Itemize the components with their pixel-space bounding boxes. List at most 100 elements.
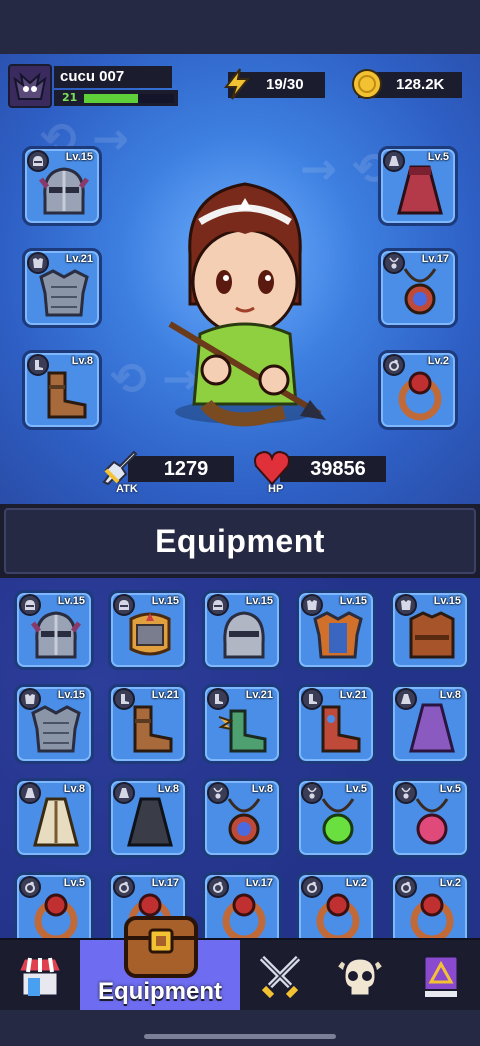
item-level: Lv.5 [345, 783, 367, 795]
item-level: Lv.21 [245, 689, 273, 701]
attack-stat: ATK 1279 [102, 450, 234, 495]
equipped-level: Lv.21 [65, 253, 93, 265]
inventory-item[interactable]: Lv.2 [296, 872, 376, 938]
steel-knight-helmet-icon [215, 605, 273, 663]
equipped-slot-cape[interactable]: Lv.5 [378, 146, 458, 226]
bat-avatar-icon[interactable] [8, 64, 52, 108]
item-level: Lv.2 [345, 877, 367, 889]
inventory-item[interactable]: Lv.15 [14, 590, 94, 670]
player-profile[interactable]: cucu 007 21 [8, 64, 178, 108]
equipped-level: Lv.8 [71, 355, 93, 367]
equipped-slot-armor[interactable]: Lv.21 [22, 248, 102, 328]
amulet-icon [215, 793, 273, 851]
inventory-item[interactable]: Lv.17 [202, 872, 282, 938]
item-level: Lv.2 [439, 877, 461, 889]
player-level-bar: 21 [54, 90, 178, 106]
black-cape-icon [121, 793, 179, 851]
pink-gem-necklace-icon [403, 793, 461, 851]
orange-plate-armor-icon [309, 605, 367, 663]
nav-shop[interactable] [0, 940, 80, 1012]
player-level: 21 [62, 91, 78, 104]
equipped-level: Lv.2 [427, 355, 449, 367]
item-level: Lv.17 [151, 877, 179, 889]
hp-value: 39856 [310, 458, 366, 480]
inventory-item[interactable]: Lv.15 [202, 590, 282, 670]
inventory-item[interactable]: Lv.8 [108, 778, 188, 858]
ruby-ring-icon [215, 887, 273, 938]
energy-counter[interactable]: 19/30 [223, 68, 325, 100]
energy-value: 19/30 [266, 76, 304, 93]
purple-horned-helmet-icon [27, 605, 85, 663]
skull-icon [338, 956, 382, 998]
inventory-item[interactable]: Lv.15 [390, 590, 470, 670]
amulet-icon [391, 263, 449, 321]
inventory-item[interactable]: Lv.8 [202, 778, 282, 858]
item-level: Lv.15 [433, 595, 461, 607]
dark-knight-helmet-icon [35, 161, 93, 219]
steel-plate-armor-icon [27, 699, 85, 757]
inventory-item[interactable]: Lv.21 [108, 684, 188, 764]
inventory-item[interactable]: Lv.8 [14, 778, 94, 858]
leather-boots-icon [35, 365, 93, 423]
winged-boots-icon [215, 699, 273, 757]
section-title-box: Equipment [4, 508, 476, 574]
home-indicator-area [0, 1010, 480, 1046]
equipped-slot-helmet[interactable]: Lv.15 [22, 146, 102, 226]
item-level: Lv.5 [63, 877, 85, 889]
inventory-item[interactable]: Lv.5 [296, 778, 376, 858]
section-title: Equipment [155, 522, 325, 559]
brown-robe-armor-icon [403, 605, 461, 663]
inventory-item[interactable]: Lv.5 [390, 778, 470, 858]
ruby-ring-icon [391, 365, 449, 423]
leather-boots-icon [121, 699, 179, 757]
equipped-slot-necklace[interactable]: Lv.17 [378, 248, 458, 328]
home-indicator[interactable] [144, 1034, 336, 1039]
item-level: Lv.8 [157, 783, 179, 795]
green-gem-necklace-icon [309, 793, 367, 851]
nav-monsters[interactable] [320, 940, 400, 1012]
nav-equipment-label: Equipment [98, 978, 222, 1005]
nav-equipment[interactable]: Equipment [80, 916, 240, 1012]
status-bar [0, 0, 480, 54]
gold-crown-helmet-icon [121, 605, 179, 663]
inventory-item[interactable]: Lv.8 [390, 684, 470, 764]
spellbook-icon [422, 954, 460, 1000]
xp-bar-fill [84, 94, 138, 103]
lightning-icon [223, 68, 251, 100]
inventory-item[interactable]: Lv.21 [202, 684, 282, 764]
equipped-slot-ring[interactable]: Lv.2 [378, 350, 458, 430]
gold-counter[interactable]: 128.2K [352, 69, 462, 99]
section-header: Equipment [0, 504, 480, 578]
item-level: Lv.15 [57, 689, 85, 701]
bottom-nav: Equipment [0, 916, 480, 1012]
steel-plate-armor-icon [35, 263, 93, 321]
inventory-item[interactable]: Lv.15 [296, 590, 376, 670]
nav-battle[interactable] [240, 940, 320, 1012]
inventory-item[interactable]: Lv.15 [108, 590, 188, 670]
inventory-item[interactable]: Lv.5 [14, 872, 94, 938]
purple-cape-icon [403, 699, 461, 757]
crossed-swords-icon [259, 955, 301, 999]
equipped-level: Lv.17 [421, 253, 449, 265]
gold-value: 128.2K [396, 76, 445, 93]
item-level: Lv.8 [251, 783, 273, 795]
inventory-grid[interactable]: Lv.15 Lv.15 Lv.15 Lv.15 Lv.15 Lv.15 Lv.21 Lv.21… [0, 578, 480, 938]
item-level: Lv.15 [151, 595, 179, 607]
ruby-ring-icon [403, 887, 461, 938]
inventory-item[interactable]: Lv.15 [14, 684, 94, 764]
item-level: Lv.15 [339, 595, 367, 607]
item-level: Lv.15 [245, 595, 273, 607]
item-level: Lv.8 [439, 689, 461, 701]
ruby-ring-icon [27, 887, 85, 938]
inventory-item[interactable]: Lv.21 [296, 684, 376, 764]
red-boots-icon [309, 699, 367, 757]
item-level: Lv.21 [151, 689, 179, 701]
equipped-slot-boots[interactable]: Lv.8 [22, 350, 102, 430]
xp-bar [84, 94, 174, 103]
equipped-level: Lv.5 [427, 151, 449, 163]
nav-spellbook[interactable] [400, 940, 480, 1012]
player-name: cucu 007 [54, 66, 172, 88]
inventory-item[interactable]: Lv.2 [390, 872, 470, 938]
item-level: Lv.8 [63, 783, 85, 795]
item-level: Lv.21 [339, 689, 367, 701]
